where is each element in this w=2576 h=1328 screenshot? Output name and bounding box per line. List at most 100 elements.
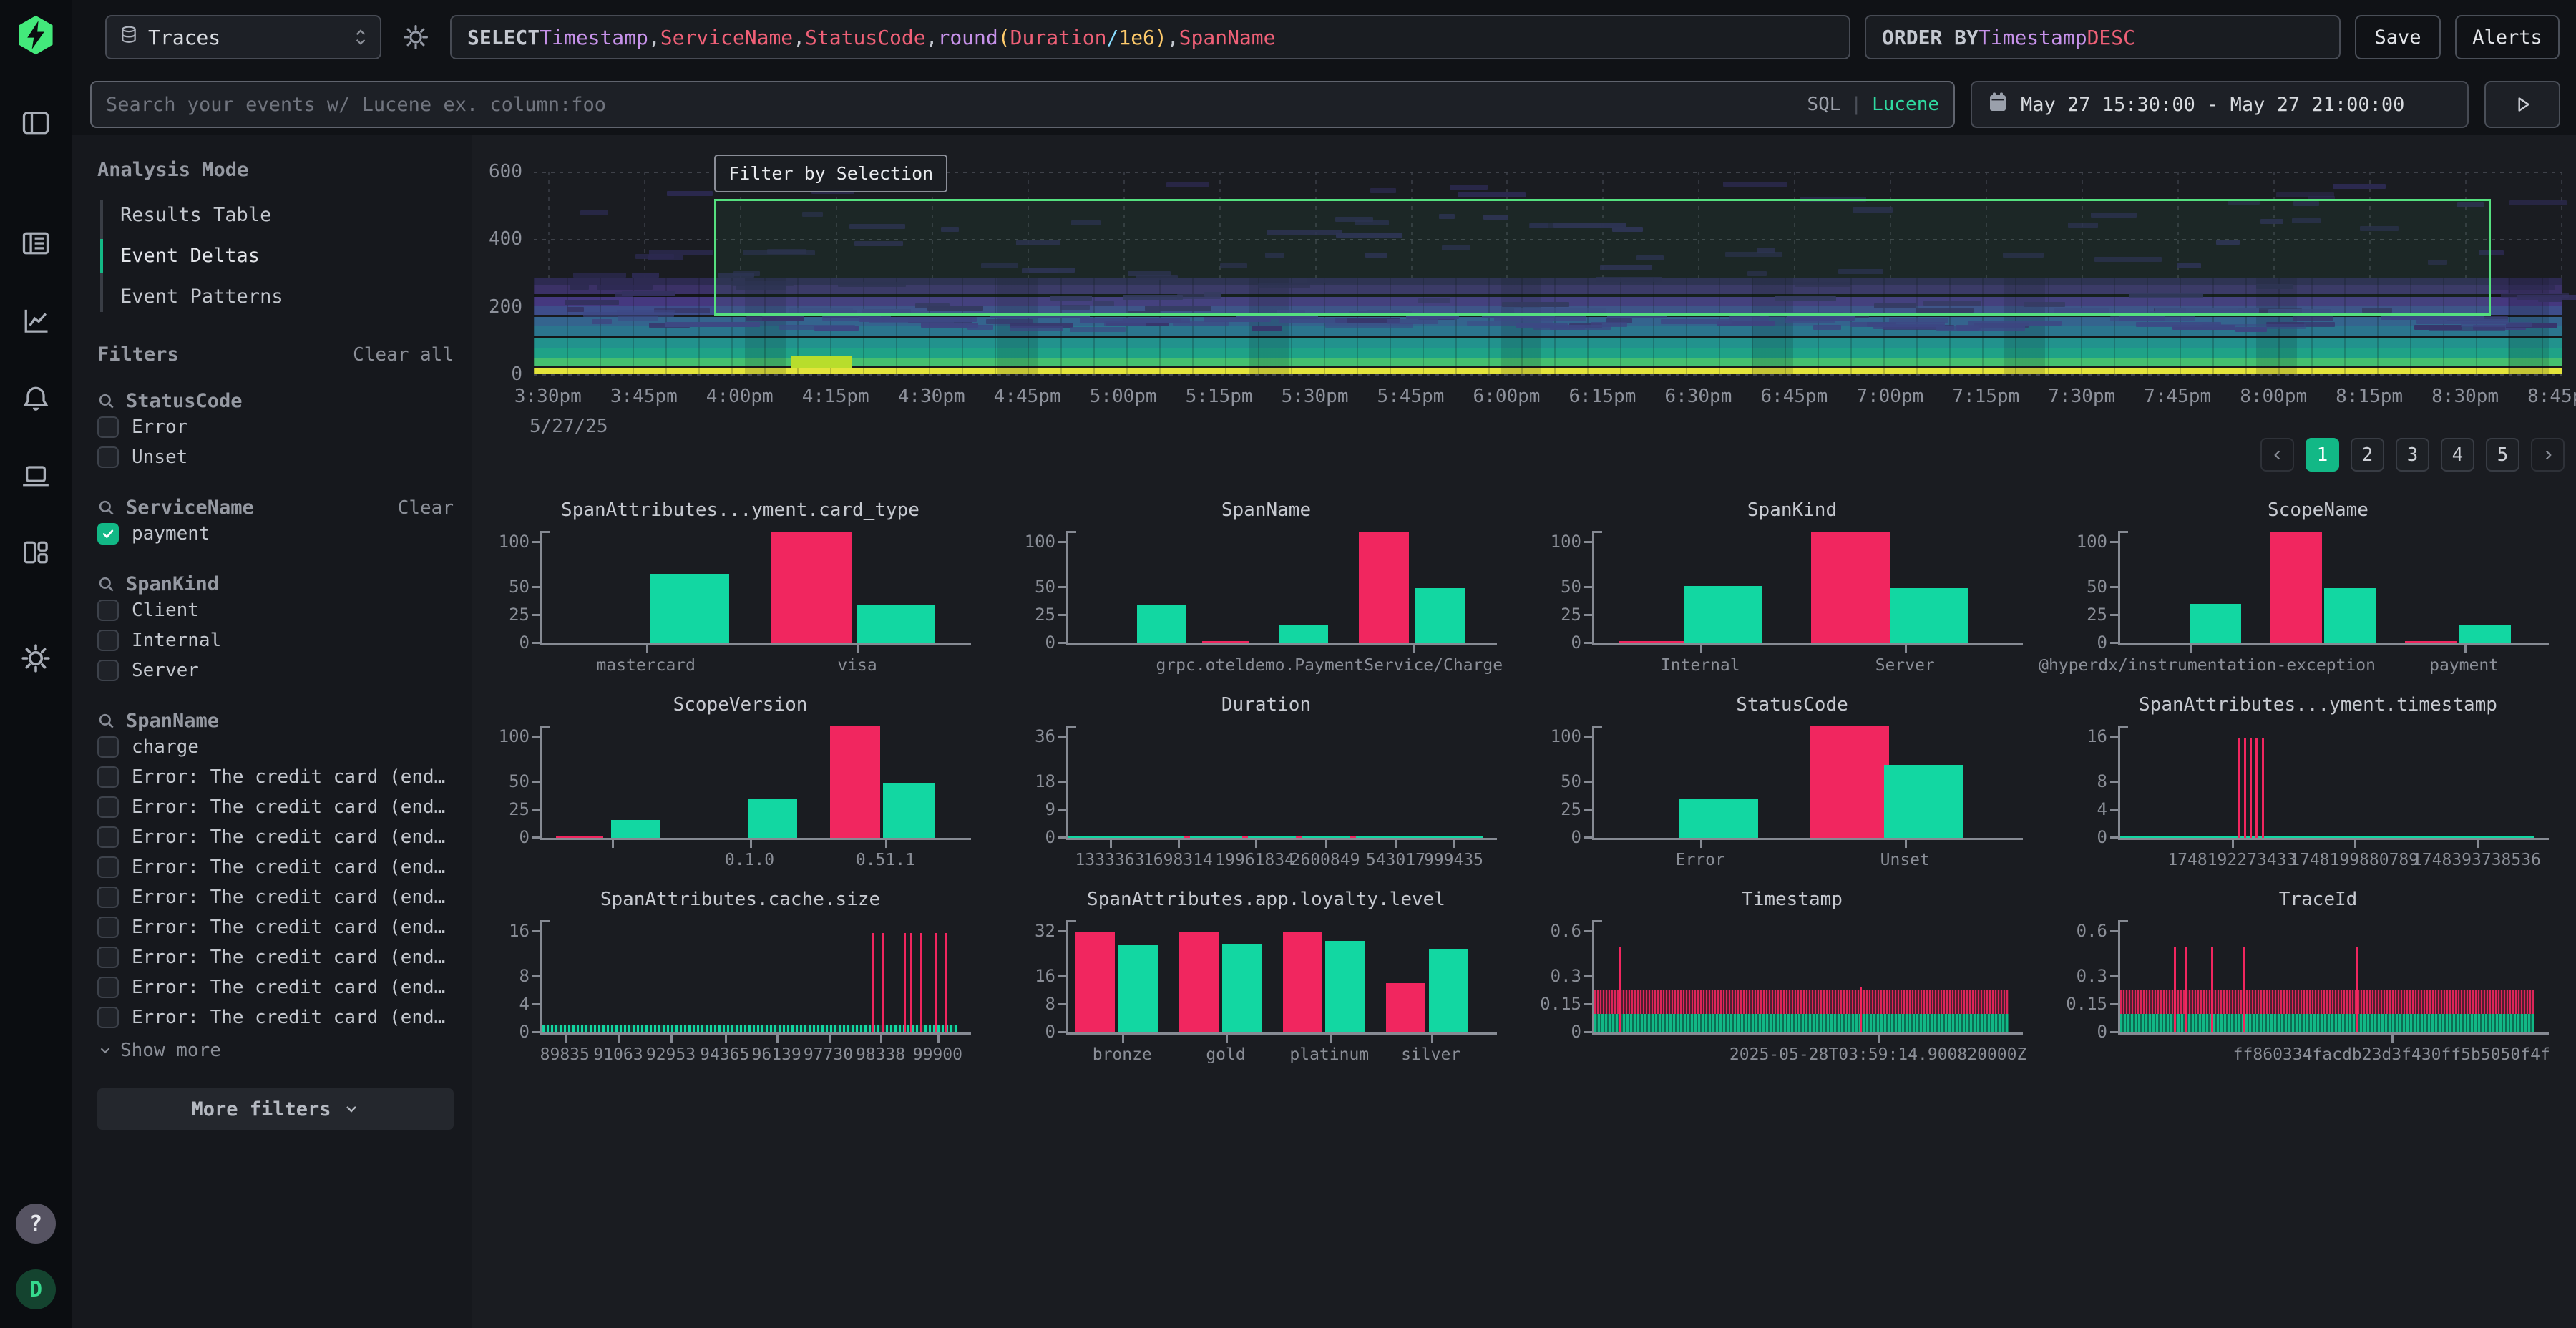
green-bar (1684, 586, 1762, 643)
settings-gear-icon[interactable] (19, 641, 53, 675)
mini-chart-plot[interactable]: 1684017481922734331748199880789174839373… (2118, 726, 2534, 840)
filter-by-selection-tooltip[interactable]: Filter by Selection (714, 155, 947, 192)
clear-filter-button[interactable]: Clear (398, 497, 454, 519)
mini-chart-plot[interactable]: 0.60.30.1502025-05-28T03:59:14.900820000… (1592, 920, 2009, 1035)
source-select[interactable]: Traces (105, 15, 381, 59)
filter-option-row[interactable]: Error: The credit card (end… (97, 792, 454, 822)
filter-checkbox[interactable] (97, 917, 119, 938)
filter-checkbox[interactable] (97, 446, 119, 468)
filter-option-row[interactable]: Error: The credit card (end… (97, 942, 454, 972)
y-tick-label: 100 (1025, 532, 1055, 552)
analysis-mode-item[interactable]: Results Table (120, 200, 454, 230)
filter-checkbox[interactable] (97, 887, 119, 908)
speck (1242, 836, 1248, 838)
filter-option-row[interactable]: Error: The credit card (end… (97, 852, 454, 882)
x-tick-mark (646, 645, 648, 653)
filter-option-row[interactable]: Error: The credit card (end… (97, 762, 454, 792)
filter-option-row[interactable]: charge (97, 732, 454, 762)
red-spike (945, 933, 947, 1032)
x-tick-label: 7:45pm (2144, 386, 2211, 407)
mini-chart-plot[interactable]: 1684089835910639295394365961399773098338… (540, 920, 957, 1035)
filter-checkbox[interactable] (97, 736, 119, 758)
query-token: StatusCode (805, 26, 926, 49)
filter-option-row[interactable]: Error: The credit card (end… (97, 912, 454, 942)
mini-chart-plot[interactable]: 10050250grpc.oteldemo.PaymentService/Cha… (1066, 531, 1483, 645)
filter-checkbox[interactable] (97, 1007, 119, 1028)
filter-checkbox[interactable] (97, 630, 119, 651)
avatar[interactable]: D (16, 1269, 56, 1309)
filter-option-row[interactable]: Unset (97, 442, 454, 472)
filter-option-row[interactable]: Server (97, 655, 454, 685)
mini-chart: SpanAttributes.app.loyalty.level 321680br… (998, 883, 1513, 1078)
mini-chart-plot[interactable]: 10050250ErrorUnset (1592, 726, 2009, 840)
filter-checkbox[interactable] (97, 826, 119, 848)
mini-chart-plot[interactable]: 10050250InternalServer (1592, 531, 2009, 645)
hyperdx-logo-icon[interactable] (15, 14, 57, 56)
filter-option-row[interactable]: Error: The credit card (end… (97, 972, 454, 1002)
dashboards-icon[interactable] (19, 535, 53, 570)
filter-option-row[interactable]: Error: The credit card (end… (97, 882, 454, 912)
pagination-page-button[interactable]: 5 (2486, 438, 2519, 472)
mini-chart-plot[interactable]: 3618901333363169831419961834260084954301… (1066, 726, 1483, 840)
mini-chart-plot[interactable]: 321680bronzegoldplatinumsilver (1066, 920, 1483, 1035)
filter-checkbox[interactable] (97, 947, 119, 968)
mini-chart-plot[interactable]: 0.60.30.150ff860334facdb23d3f430ff5b5050… (2118, 920, 2534, 1035)
x-tick-label: mastercard (597, 656, 696, 675)
lucene-mode-button[interactable]: Lucene (1872, 94, 1939, 115)
y-tick-mark (532, 1003, 540, 1005)
y-tick-mark (2110, 930, 2118, 932)
sidebar-toggle-icon[interactable] (19, 106, 53, 140)
search-logs-icon[interactable] (19, 226, 53, 260)
alerts-button[interactable]: Alerts (2455, 15, 2560, 59)
filter-checkbox[interactable] (97, 600, 119, 621)
y-tick-label: 100 (499, 726, 530, 746)
date-range-picker[interactable]: May 27 15:30:00 - May 27 21:00:00 (1971, 81, 2469, 128)
filter-checkbox[interactable] (97, 856, 119, 878)
select-query-input[interactable]: SELECT Timestamp,ServiceName,StatusCode,… (450, 15, 1850, 59)
pagination-page-button[interactable]: 3 (2396, 438, 2429, 472)
query-token: round (937, 26, 997, 49)
show-more-button[interactable]: Show more (97, 1040, 454, 1061)
mini-chart-plot[interactable]: 100502500.1.00.51.1 (540, 726, 957, 840)
y-tick-label: 0 (519, 827, 530, 847)
filter-option-label: Error: The credit card (end… (132, 796, 445, 818)
heatmap-cell (667, 191, 713, 196)
analysis-mode-item[interactable]: Event Patterns (120, 281, 454, 312)
filter-checkbox[interactable] (97, 523, 119, 545)
sql-mode-button[interactable]: SQL (1807, 94, 1840, 115)
chart-explorer-icon[interactable] (19, 303, 53, 338)
search-input[interactable] (106, 94, 1795, 116)
sessions-icon[interactable] (19, 458, 53, 492)
help-button[interactable]: ? (16, 1204, 56, 1244)
run-query-button[interactable] (2484, 81, 2560, 128)
filter-checkbox[interactable] (97, 660, 119, 681)
filter-option-row[interactable]: payment (97, 519, 454, 549)
pagination-page-button[interactable]: 1 (2306, 438, 2339, 472)
save-button[interactable]: Save (2355, 15, 2441, 59)
filter-option-row[interactable]: Error (97, 412, 454, 442)
filter-checkbox[interactable] (97, 796, 119, 818)
orderby-input[interactable]: ORDER BY Timestamp DESC (1865, 15, 2341, 59)
mini-chart-title: SpanAttributes.app.loyalty.level (1027, 889, 1506, 910)
pagination-next-button[interactable] (2531, 438, 2565, 472)
analysis-mode-item[interactable]: Event Deltas (120, 240, 454, 271)
filter-checkbox[interactable] (97, 766, 119, 788)
filter-option-row[interactable]: Error: The credit card (end… (97, 822, 454, 852)
clear-all-button[interactable]: Clear all (353, 344, 454, 366)
filter-checkbox[interactable] (97, 977, 119, 998)
filter-option-row[interactable]: Internal (97, 625, 454, 655)
speck (1350, 836, 1356, 838)
source-settings-gear-icon[interactable] (396, 17, 436, 57)
pagination-page-button[interactable]: 2 (2351, 438, 2384, 472)
filter-option-row[interactable]: Client (97, 595, 454, 625)
red-spike (882, 933, 884, 1032)
filter-option-row[interactable]: Error: The credit card (end… (97, 1002, 454, 1032)
pagination-page-button[interactable]: 4 (2441, 438, 2474, 472)
alerts-bell-icon[interactable] (19, 381, 53, 415)
filter-checkbox[interactable] (97, 416, 119, 438)
mini-chart-plot[interactable]: 10050250mastercardvisa (540, 531, 957, 645)
more-filters-button[interactable]: More filters (97, 1088, 454, 1130)
mini-chart-plot[interactable]: 10050250@hyperdx/instrumentation-excepti… (2118, 531, 2534, 645)
pagination-prev-button[interactable] (2260, 438, 2294, 472)
heatmap-plot[interactable]: 60040020003:30pm3:45pm4:00pm4:15pm4:30pm… (534, 172, 2562, 374)
